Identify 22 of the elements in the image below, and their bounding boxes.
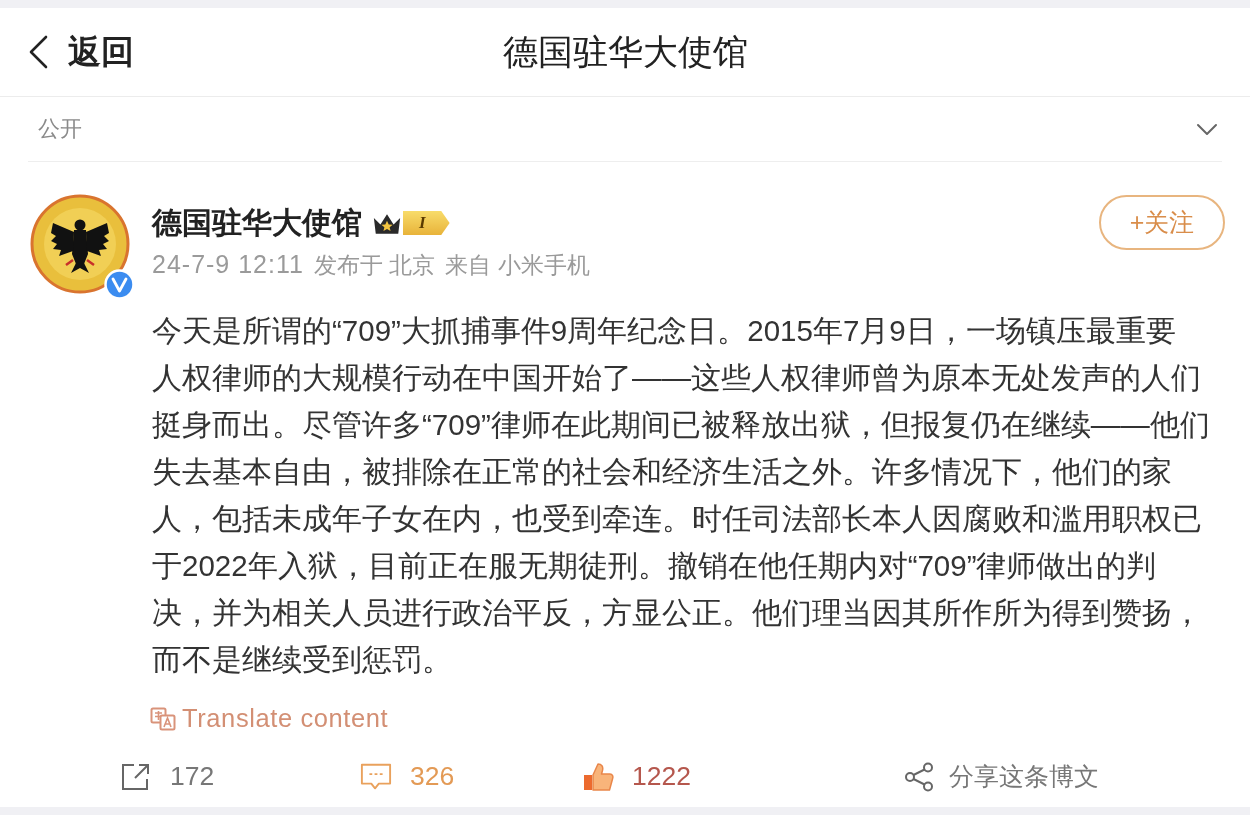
follow-button[interactable]: +关注 (1099, 195, 1225, 250)
post-time: 24-7-9 12:11 (152, 250, 304, 279)
repost-icon (120, 761, 152, 792)
comment-icon (360, 761, 392, 792)
thumbs-up-icon (582, 761, 614, 792)
translate-icon (150, 706, 176, 731)
page-title: 德国驻华大使馆 (502, 30, 748, 73)
share-icon (903, 761, 935, 792)
visibility-dropdown[interactable]: 公开 (28, 97, 1222, 161)
post-location: 发布于 北京 (313, 251, 436, 280)
post-text: 今天是所谓的“709”大抓捕事件9周年纪念日。2015年7月9日，一场镇压最重要 人权律师的大规模行动在中国开始了——这些人权律师曾为原本无处发声的人们 挺身而出。尽管许多“709”律师在此期间已被释放出狱，但报复仍在继续——他们 失去基本自由，被排除在正常的社会和经济生活之外。许多情况下，他们的家 人，包括未成年子女在内，也受到牵连。时任司法部长本人因腐败和滥用职权已 于2022年入狱，目前正在服无期徒刑。撤销在他任期内对“709”律师做出的判 决，并为相关人员进行政治平反，方显公正。他们理当因其所作所为得到赞扬， 而不是继续受到惩罚。 (152, 313, 1211, 678)
chevron-left-icon (28, 35, 48, 69)
comment-button[interactable]: 326 (360, 756, 455, 797)
share-button[interactable]: 分享这条博文 (903, 756, 1099, 797)
author-name[interactable]: 德国驻华大使馆 (152, 202, 362, 244)
post-source: 来自 小米手机 (445, 251, 590, 280)
translate-link[interactable]: Translate content (150, 704, 389, 733)
vip-level-tag[interactable]: I (403, 211, 450, 235)
repost-button[interactable]: 172 (120, 756, 215, 797)
like-button[interactable]: 1222 (582, 756, 691, 797)
back-button[interactable]: 返回 (28, 29, 134, 75)
emblem-avatar[interactable] (30, 194, 130, 294)
